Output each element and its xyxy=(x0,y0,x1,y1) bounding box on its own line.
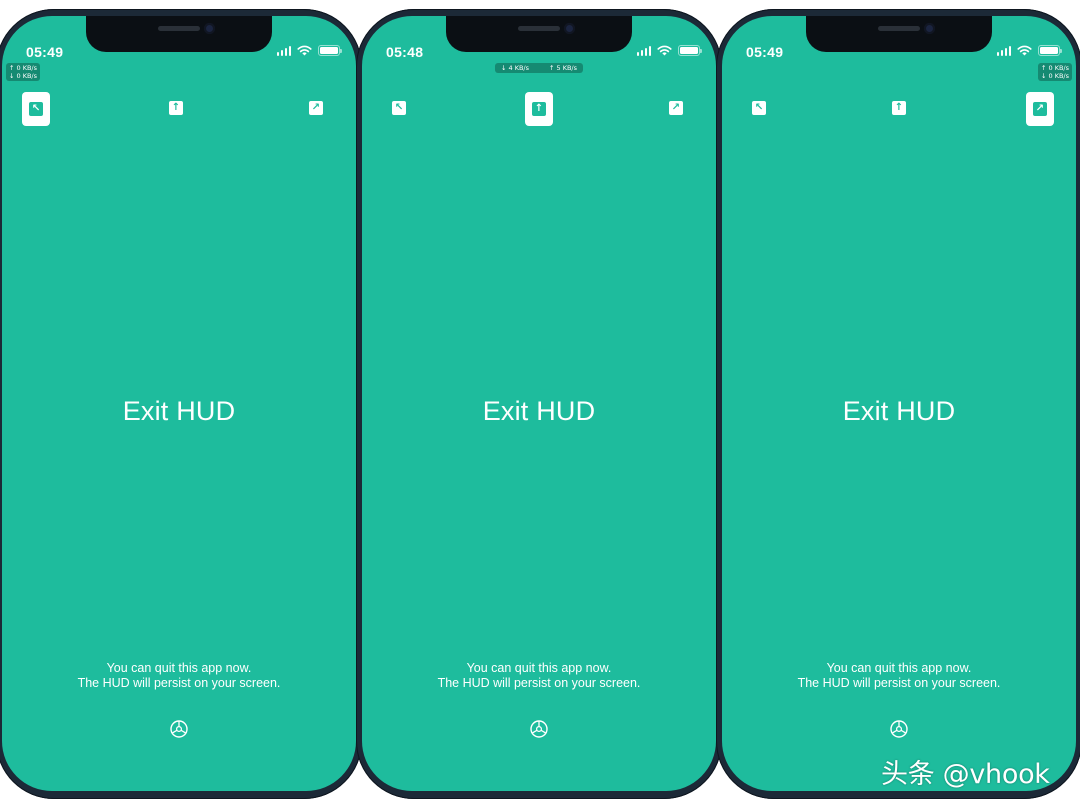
wifi-icon xyxy=(297,45,312,56)
phone-frame-1: 05:49 ↑ 0 KB/s ↓ 0 KB/s ↖ ↑ ↗ Exit HUD Y… xyxy=(0,9,362,799)
arrow-up-left-icon: ↖ xyxy=(394,102,404,113)
message-line-1: You can quit this app now. xyxy=(106,661,252,675)
front-camera xyxy=(924,23,935,34)
app-screen: 05:48 ↓ 4 KB/s ↑ 5 KB/s ↖ ↑ ↗ Exit HUD Y… xyxy=(362,16,716,791)
arrow-up-icon: ↑ xyxy=(532,102,546,116)
message-line-2: The HUD will persist on your screen. xyxy=(437,676,641,690)
position-top-left-button[interactable]: ↖ xyxy=(22,92,50,126)
message-line-2: The HUD will persist on your screen. xyxy=(77,676,281,690)
notch xyxy=(86,16,272,52)
arrow-up-right-icon: ↗ xyxy=(1033,102,1047,116)
upload-speed: ↑ 5 KB/s xyxy=(549,64,578,72)
status-time: 05:49 xyxy=(26,44,64,60)
exit-hud-button[interactable]: Exit HUD xyxy=(722,396,1076,427)
upload-speed: ↑ 0 KB/s xyxy=(9,64,38,72)
cellular-signal-icon xyxy=(276,45,291,56)
phone-frame-3: 05:49 ↑ 0 KB/s ↓ 0 KB/s ↖ ↑ ↗ Exit HUD Y… xyxy=(716,9,1080,799)
position-top-left-button[interactable]: ↖ xyxy=(392,101,406,115)
persist-message: You can quit this app now. The HUD will … xyxy=(722,661,1076,691)
arrow-up-right-icon: ↗ xyxy=(311,102,321,113)
position-top-right-button[interactable]: ↗ xyxy=(669,101,683,115)
persist-message: You can quit this app now. The HUD will … xyxy=(362,661,716,691)
wifi-icon xyxy=(1017,45,1032,56)
message-line-1: You can quit this app now. xyxy=(826,661,972,675)
cellular-signal-icon xyxy=(636,45,651,56)
download-speed: ↓ 0 KB/s xyxy=(1040,72,1069,80)
watermark: 头条 @vhook xyxy=(881,759,1050,790)
position-top-center-button[interactable]: ↑ xyxy=(892,101,906,115)
battery-icon xyxy=(318,45,342,56)
position-top-center-button[interactable]: ↑ xyxy=(525,92,553,126)
status-time: 05:48 xyxy=(386,44,424,60)
position-top-right-button[interactable]: ↗ xyxy=(309,101,323,115)
position-top-left-button[interactable]: ↖ xyxy=(752,101,766,115)
app-screen: 05:49 ↑ 0 KB/s ↓ 0 KB/s ↖ ↑ ↗ Exit HUD Y… xyxy=(722,16,1076,791)
position-top-right-button[interactable]: ↗ xyxy=(1026,92,1054,126)
speaker-grille xyxy=(518,26,560,31)
arrow-up-left-icon: ↖ xyxy=(29,102,43,116)
exit-hud-button[interactable]: Exit HUD xyxy=(362,396,716,427)
speaker-grille xyxy=(878,26,920,31)
arrow-up-right-icon: ↗ xyxy=(671,102,681,113)
position-top-center-button[interactable]: ↑ xyxy=(169,101,183,115)
persist-message: You can quit this app now. The HUD will … xyxy=(2,661,356,691)
network-speed-hud[interactable]: ↓ 4 KB/s ↑ 5 KB/s xyxy=(494,63,584,73)
app-screen: 05:49 ↑ 0 KB/s ↓ 0 KB/s ↖ ↑ ↗ Exit HUD Y… xyxy=(2,16,356,791)
upload-speed: ↑ 0 KB/s xyxy=(1040,64,1069,72)
notch xyxy=(446,16,632,52)
speaker-grille xyxy=(158,26,200,31)
network-speed-hud[interactable]: ↑ 0 KB/s ↓ 0 KB/s xyxy=(6,63,41,81)
message-line-1: You can quit this app now. xyxy=(466,661,612,675)
download-speed: ↓ 0 KB/s xyxy=(9,72,38,80)
arrow-up-left-icon: ↖ xyxy=(754,102,764,113)
arrow-up-icon: ↑ xyxy=(894,102,904,113)
message-line-2: The HUD will persist on your screen. xyxy=(797,676,1001,690)
status-icons xyxy=(276,45,342,56)
wifi-icon xyxy=(657,45,672,56)
front-camera xyxy=(204,23,215,34)
status-icons xyxy=(636,45,702,56)
arrow-up-icon: ↑ xyxy=(171,102,181,113)
status-time: 05:49 xyxy=(746,44,784,60)
download-speed: ↓ 4 KB/s xyxy=(500,64,529,72)
phone-frame-2: 05:48 ↓ 4 KB/s ↑ 5 KB/s ↖ ↑ ↗ Exit HUD Y… xyxy=(356,9,722,799)
battery-icon xyxy=(1038,45,1062,56)
cellular-signal-icon xyxy=(996,45,1011,56)
network-speed-hud[interactable]: ↑ 0 KB/s ↓ 0 KB/s xyxy=(1037,63,1072,81)
gear-icon[interactable] xyxy=(529,719,549,739)
notch xyxy=(806,16,992,52)
exit-hud-button[interactable]: Exit HUD xyxy=(2,396,356,427)
front-camera xyxy=(564,23,575,34)
battery-icon xyxy=(678,45,702,56)
gear-icon[interactable] xyxy=(889,719,909,739)
status-icons xyxy=(996,45,1062,56)
gear-icon[interactable] xyxy=(169,719,189,739)
